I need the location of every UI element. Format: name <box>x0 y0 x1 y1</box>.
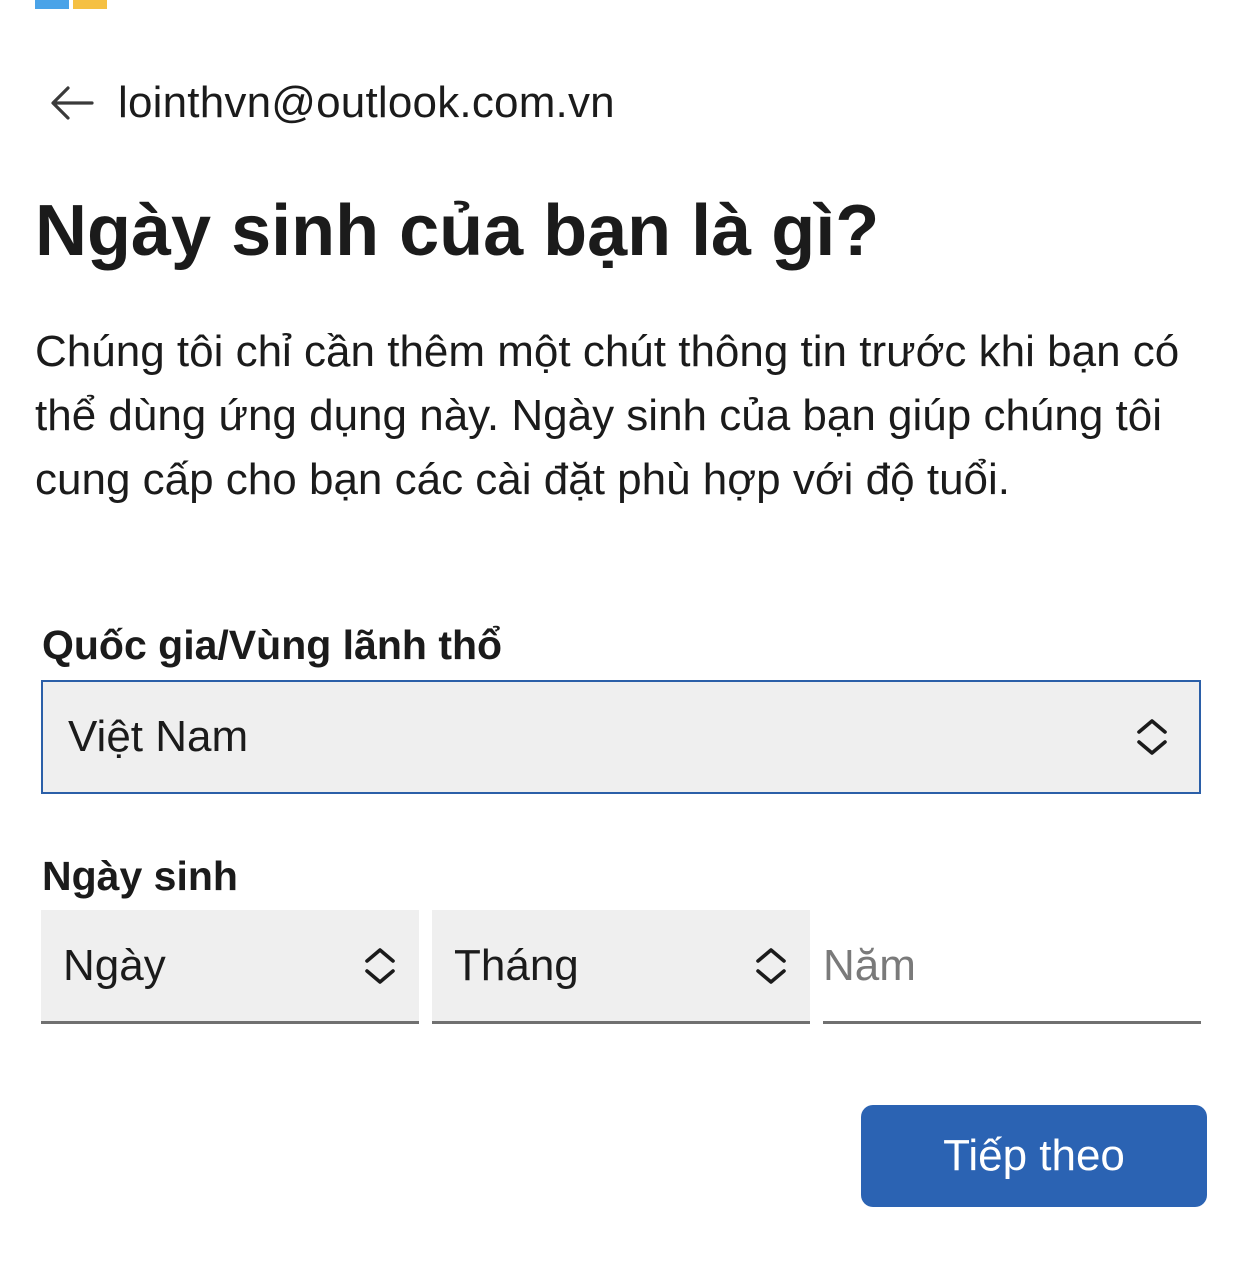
birth-day-select[interactable]: Ngày <box>41 910 419 1024</box>
country-select[interactable]: Việt Nam <box>41 680 1201 794</box>
country-selected-value: Việt Nam <box>68 712 249 761</box>
page-description: Chúng tôi chỉ cần thêm một chút thông ti… <box>35 327 1180 504</box>
brand-logo <box>35 0 107 9</box>
chevron-up-down-icon <box>1137 719 1167 755</box>
country-label: Quốc gia/Vùng lãnh thổ <box>42 622 503 668</box>
identity-banner: lointhvn@outlook.com.vn <box>50 70 615 136</box>
back-button[interactable] <box>50 77 102 129</box>
birth-day-placeholder: Ngày <box>63 940 166 990</box>
next-button[interactable]: Tiếp theo <box>861 1105 1207 1207</box>
arrow-left-icon <box>51 86 94 120</box>
birth-month-select[interactable]: Tháng <box>432 910 810 1024</box>
page-title: Ngày sinh của bạn là gì? <box>35 191 880 271</box>
birth-month-placeholder: Tháng <box>454 940 579 990</box>
chevron-up-down-icon <box>365 947 395 984</box>
birth-year-input[interactable] <box>823 910 1201 1021</box>
logo-square-yellow <box>73 0 107 9</box>
chevron-up-down-icon <box>756 947 786 984</box>
logo-square-blue <box>35 0 69 9</box>
account-email: lointhvn@outlook.com.vn <box>118 78 615 127</box>
birthdate-label: Ngày sinh <box>42 853 238 899</box>
birth-year-field <box>823 910 1201 1024</box>
